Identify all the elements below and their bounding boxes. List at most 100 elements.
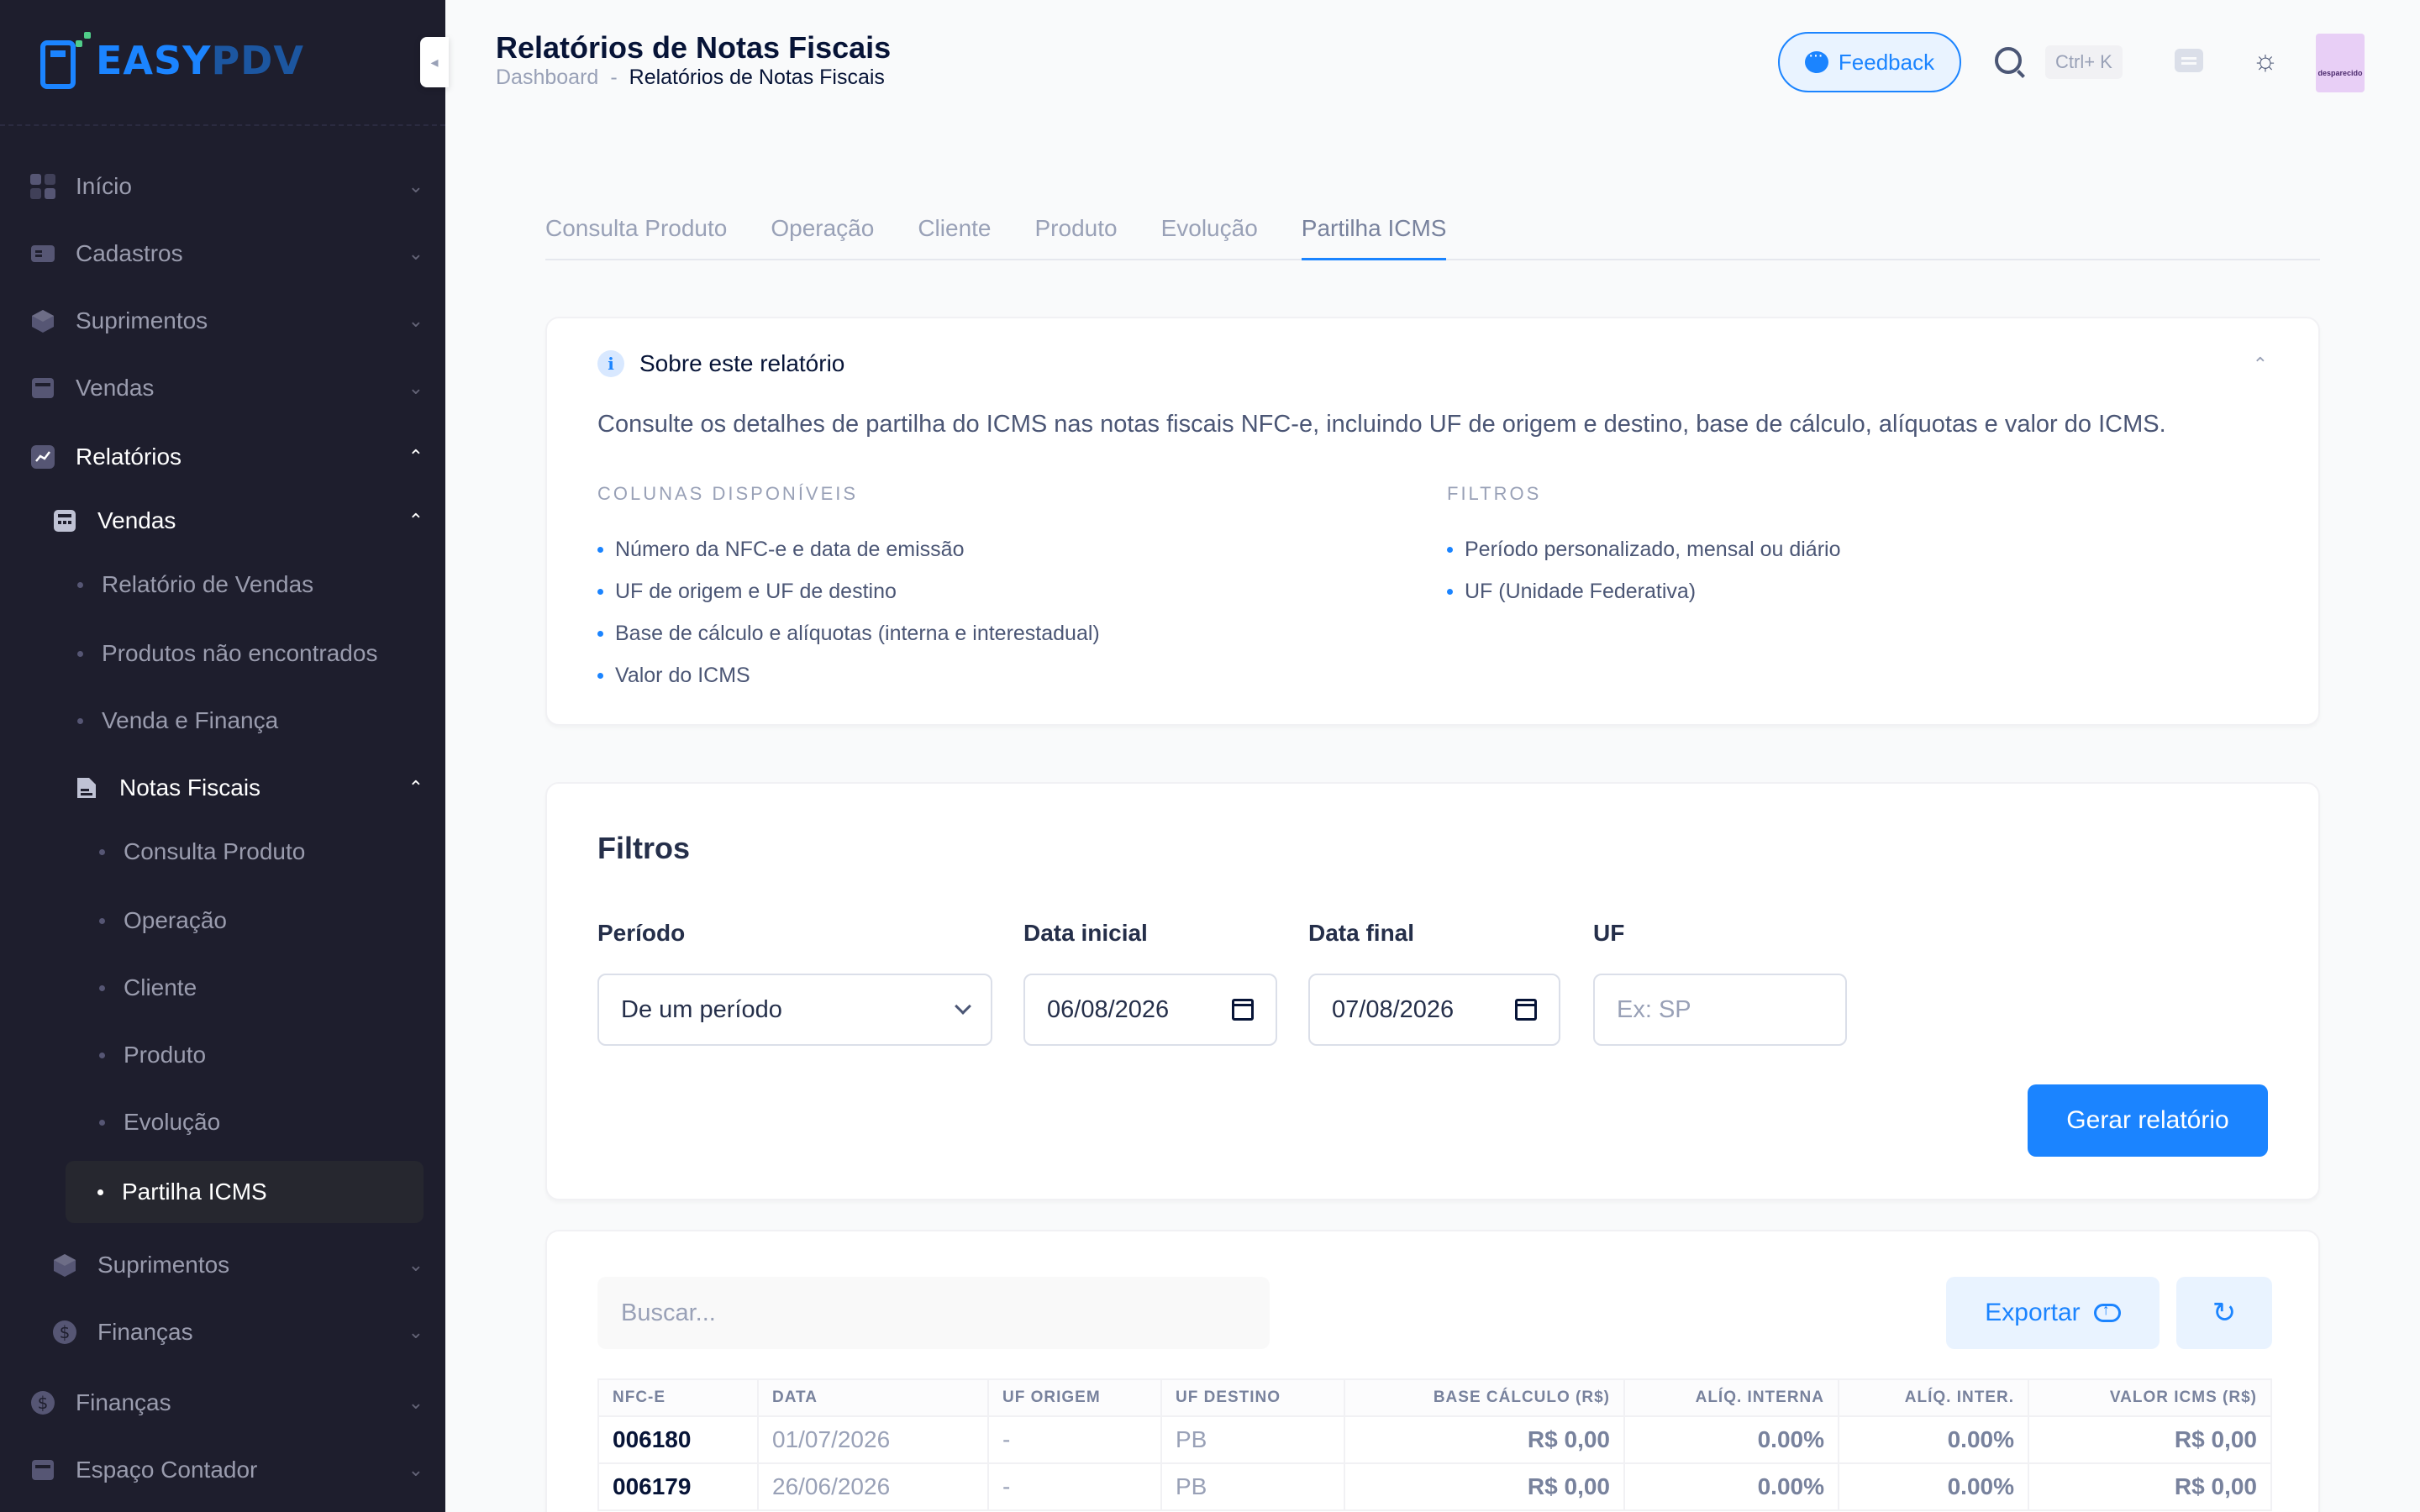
sidebar-item-label: Cadastros xyxy=(76,240,183,266)
sidebar-item-produtos-nao-encontrados[interactable]: Produtos não encontrados xyxy=(0,620,445,687)
breadcrumb-dashboard-link[interactable]: Dashboard xyxy=(496,66,598,90)
column-header[interactable]: VALOR ICMS (R$) xyxy=(2028,1378,2272,1417)
chevron-down-icon xyxy=(955,998,971,1015)
search-icon[interactable] xyxy=(1995,47,2022,74)
page-title: Relatórios de Notas Fiscais xyxy=(496,30,892,65)
chevron-down-icon: ⌄ xyxy=(408,1392,424,1413)
chevron-up-icon[interactable]: ⌃ xyxy=(2253,354,2268,375)
data-final-input[interactable]: 07/08/2026 xyxy=(1308,974,1560,1046)
chevron-down-icon: ⌄ xyxy=(408,243,424,264)
sidebar-item-cliente[interactable]: Cliente xyxy=(0,954,445,1021)
periodo-value: De um período xyxy=(621,995,782,1023)
grid-icon xyxy=(29,172,57,201)
chevron-down-icon: ⌄ xyxy=(408,1254,424,1275)
tab-produto[interactable]: Produto xyxy=(1035,210,1118,260)
chevron-left-icon: ◂ xyxy=(430,53,439,71)
bullet-icon xyxy=(77,581,83,588)
chevron-down-icon: ⌄ xyxy=(408,176,424,197)
periodo-select[interactable]: De um período xyxy=(597,974,992,1046)
dollar-icon: $ xyxy=(29,1389,57,1417)
gerar-relatorio-button[interactable]: Gerar relatório xyxy=(2028,1084,2268,1157)
sidebar-collapse-button[interactable]: ◂ xyxy=(420,37,449,87)
cell-nfce: 006180 xyxy=(597,1415,759,1464)
uf-input[interactable]: Ex: SP xyxy=(1593,974,1847,1046)
sidebar-item-relatorios-financas[interactable]: $ Finanças ⌄ xyxy=(0,1299,445,1366)
search-placeholder: Buscar... xyxy=(621,1299,716,1326)
chevron-down-icon: ⌄ xyxy=(408,1459,424,1480)
sidebar-item-consulta-produto[interactable]: Consulta Produto xyxy=(0,818,445,885)
chart-line-icon xyxy=(29,443,57,471)
sidebar-item-label: Suprimentos xyxy=(97,1252,230,1278)
data-final-value: 07/08/2026 xyxy=(1332,995,1455,1023)
sidebar-item-suprimentos[interactable]: Suprimentos ⌄ xyxy=(0,287,445,354)
about-report-title: Sobre este relatório xyxy=(639,350,845,376)
pos-terminal-icon xyxy=(37,30,91,91)
sidebar-item-relatorios-vendas[interactable]: Vendas ⌃ xyxy=(0,487,445,554)
sidebar-item-label: Finanças xyxy=(76,1389,171,1415)
sidebar-item-label: Relatório de Vendas xyxy=(102,571,314,597)
sidebar-item-produto[interactable]: Produto xyxy=(0,1021,445,1089)
sidebar-item-evolucao[interactable]: Evolução xyxy=(0,1089,445,1156)
column-header[interactable]: DATA xyxy=(757,1378,989,1417)
calendar-icon[interactable] xyxy=(1515,999,1537,1021)
available-filters: FILTROS Período personalizado, mensal ou… xyxy=(1447,483,1841,612)
sidebar-item-operacao[interactable]: Operação xyxy=(0,887,445,954)
refresh-button[interactable]: ↻ xyxy=(2176,1277,2272,1349)
sidebar-item-relatorios-suprimentos[interactable]: Suprimentos ⌄ xyxy=(0,1231,445,1299)
column-header[interactable]: BASE CÁLCULO (R$) xyxy=(1344,1378,1625,1417)
breadcrumb-current: Relatórios de Notas Fiscais xyxy=(629,66,885,89)
cell-nfce: 006179 xyxy=(597,1462,759,1511)
sidebar-item-label: Partilha ICMS xyxy=(122,1179,267,1205)
list-item: Valor do ICMS xyxy=(597,654,1100,696)
sidebar-item-vendas[interactable]: Vendas ⌄ xyxy=(0,354,445,422)
filters-card: Filtros Período De um período Data inici… xyxy=(545,782,2320,1200)
sidebar-item-notas-fiscais[interactable]: Notas Fiscais ⌃ xyxy=(0,754,445,822)
data-inicial-value: 06/08/2026 xyxy=(1047,995,1170,1023)
message-icon[interactable] xyxy=(2175,49,2203,72)
list-item: Base de cálculo e alíquotas (interna e i… xyxy=(597,612,1100,654)
column-header[interactable]: UF ORIGEM xyxy=(987,1378,1162,1417)
column-header[interactable]: UF DESTINO xyxy=(1160,1378,1345,1417)
table-row[interactable]: 006179 26/06/2026 - PB R$ 0,00 0.00% 0.0… xyxy=(597,1462,2272,1511)
export-button[interactable]: Exportar xyxy=(1946,1277,2160,1349)
column-header[interactable]: ALÍQ. INTER. xyxy=(1838,1378,2029,1417)
column-header[interactable]: NFC-E xyxy=(597,1378,759,1417)
tab-evolucao[interactable]: Evolução xyxy=(1161,210,1258,260)
sidebar-item-inicio[interactable]: Início ⌄ xyxy=(0,153,445,220)
feedback-button[interactable]: Feedback xyxy=(1778,32,1961,92)
avatar-text: desparecido xyxy=(2317,69,2363,77)
sidebar-item-financas[interactable]: $ Finanças ⌄ xyxy=(0,1369,445,1436)
tab-consulta-produto[interactable]: Consulta Produto xyxy=(545,210,727,260)
data-inicial-label: Data inicial xyxy=(1023,920,1148,946)
calendar-icon[interactable] xyxy=(1232,999,1254,1021)
app-logo[interactable]: EASYPDV xyxy=(37,29,304,92)
sidebar-item-partilha-icms[interactable]: Partilha ICMS xyxy=(66,1161,424,1223)
filters-title: Filtros xyxy=(597,831,691,865)
list-item: UF de origem e UF de destino xyxy=(597,570,1100,612)
search-input[interactable]: Buscar... xyxy=(597,1277,1270,1349)
about-report-toggle[interactable]: i Sobre este relatório xyxy=(597,350,844,377)
available-columns-title: COLUNAS DISPONÍVEIS xyxy=(597,483,859,504)
available-columns: COLUNAS DISPONÍVEIS Número da NFC-e e da… xyxy=(597,483,1100,696)
data-inicial-input[interactable]: 06/08/2026 xyxy=(1023,974,1277,1046)
sidebar-item-relatorios[interactable]: Relatórios ⌃ xyxy=(0,423,445,491)
sidebar-item-cadastros[interactable]: Cadastros ⌄ xyxy=(0,220,445,287)
avatar[interactable]: desparecido xyxy=(2316,34,2365,92)
tab-cliente[interactable]: Cliente xyxy=(918,210,991,260)
sidebar-item-venda-e-financa[interactable]: Venda e Finança xyxy=(0,687,445,754)
tab-partilha-icms[interactable]: Partilha ICMS xyxy=(1301,210,1447,260)
column-header[interactable]: ALÍQ. INTERNA xyxy=(1623,1378,1839,1417)
svg-text:$: $ xyxy=(60,1322,71,1342)
cloud-upload-icon xyxy=(2093,1301,2121,1322)
table-row[interactable]: 006180 01/07/2026 - PB R$ 0,00 0.00% 0.0… xyxy=(597,1415,2272,1464)
tab-operacao[interactable]: Operação xyxy=(771,210,874,260)
sun-icon[interactable]: ☼ xyxy=(2252,45,2279,76)
feedback-label: Feedback xyxy=(1838,49,1935,75)
sidebar-item-espaco-contador[interactable]: Espaço Contador ⌄ xyxy=(0,1436,445,1504)
sidebar-item-label: Produtos não encontrados xyxy=(102,640,378,666)
list-item: Número da NFC-e e data de emissão xyxy=(597,528,1100,570)
chat-bubble-icon xyxy=(1804,46,1828,73)
sidebar-item-label: Vendas xyxy=(97,507,176,533)
calculator-icon xyxy=(50,507,79,535)
sidebar-item-relatorio-de-vendas[interactable]: Relatório de Vendas xyxy=(0,551,445,618)
